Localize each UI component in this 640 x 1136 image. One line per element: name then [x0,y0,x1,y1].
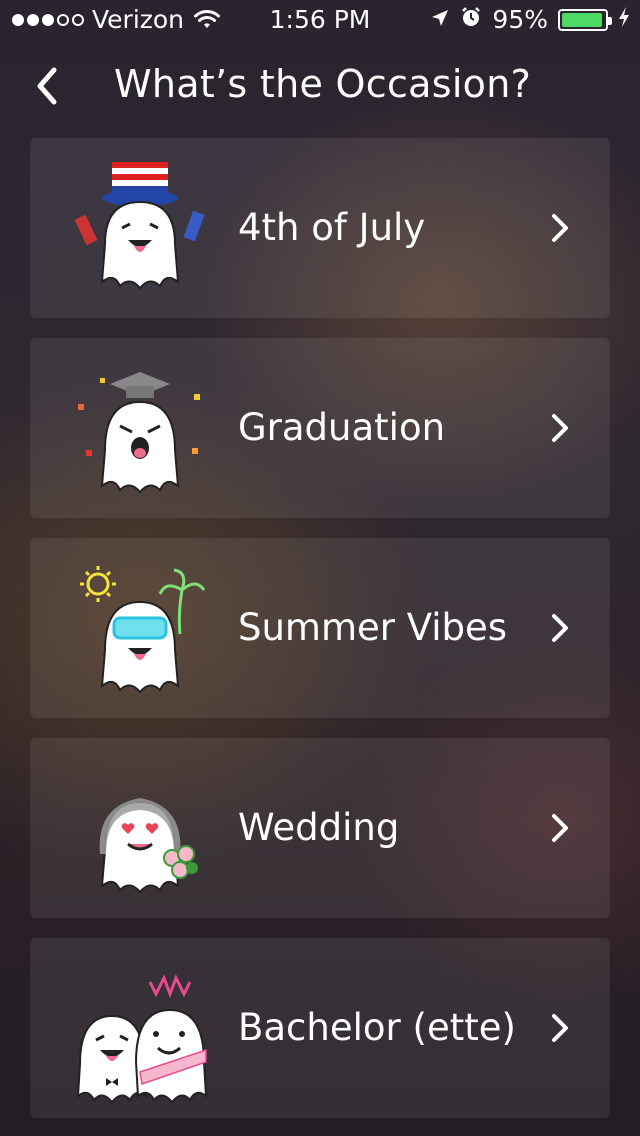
page-title: What’s the Occasion? [114,62,532,106]
chevron-right-icon [552,614,568,642]
alarm-clock-icon [460,0,482,40]
location-arrow-icon [430,0,450,40]
occasion-label: Graduation [238,406,446,449]
ghost-graduation-cap-icon [78,372,200,494]
battery-icon [558,9,612,31]
battery-percentage: 95% [492,5,548,34]
ghost-sunglasses-palm-icon [80,566,206,694]
charging-bolt-icon [618,0,630,40]
status-right: 95% [430,0,630,40]
ghost-uncle-sam-icon [74,162,205,290]
chevron-right-icon [552,1014,568,1042]
chevron-left-icon[interactable] [30,66,66,106]
occasion-label: Summer Vibes [238,606,508,649]
occasion-summer-vibes[interactable]: Summer Vibes [30,538,610,718]
header: What’s the Occasion? [0,50,640,120]
chevron-right-icon [552,414,568,442]
ghost-couple-tiara-icon [76,974,208,1104]
status-bar: Verizon 1:56 PM 95% [0,0,640,40]
battery-level-fill [562,13,602,27]
occasion-label: 4th of July [238,206,426,249]
chevron-right-icon [552,814,568,842]
chevron-right-icon [552,214,568,242]
occasion-wedding[interactable]: Wedding [30,738,610,918]
occasion-label: Bachelor (ette) [238,1006,516,1049]
occasion-label: Wedding [238,806,400,849]
occasion-graduation[interactable]: Graduation [30,338,610,518]
occasion-bachelor-ette[interactable]: Bachelor (ette) [30,938,610,1118]
occasion-4th-of-july[interactable]: 4th of July [30,138,610,318]
ghost-bride-bouquet-icon [99,798,198,894]
